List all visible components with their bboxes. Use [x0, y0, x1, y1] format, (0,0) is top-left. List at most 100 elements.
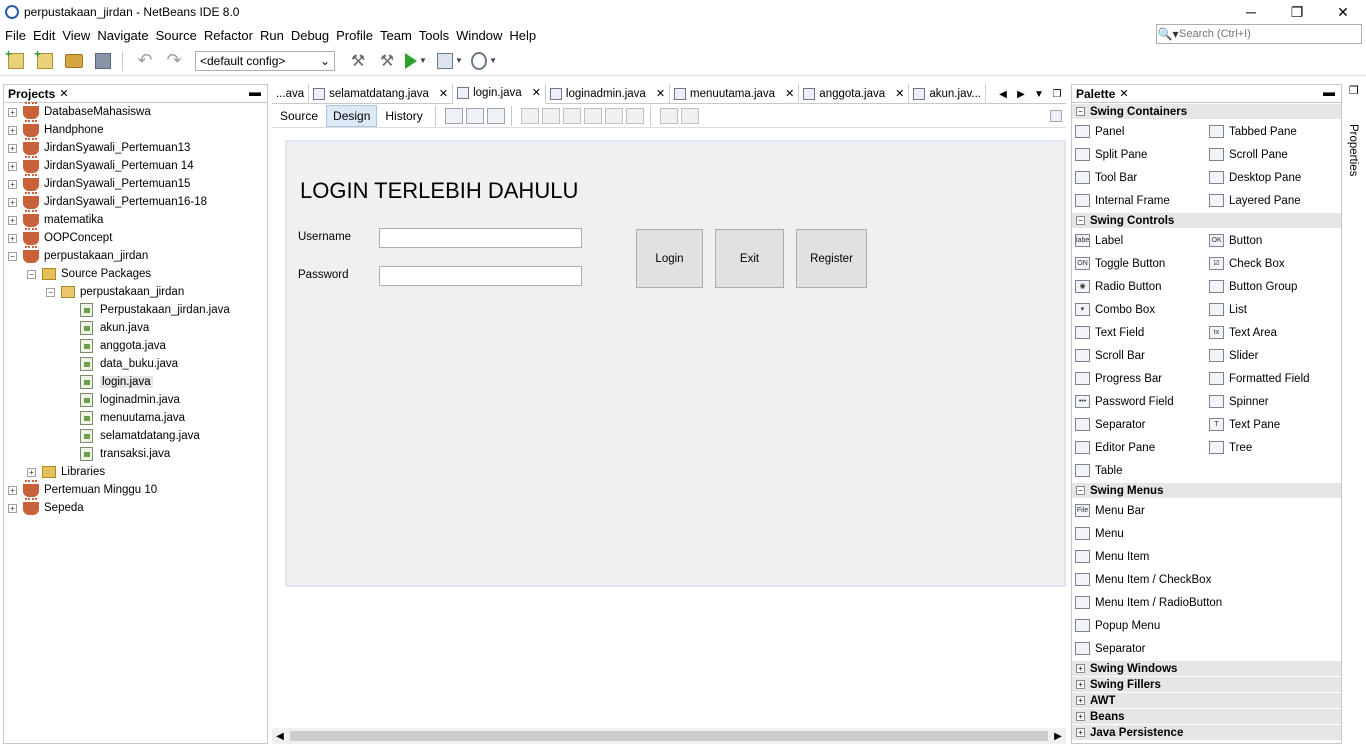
expand-icon[interactable]: +: [8, 233, 17, 243]
close-icon[interactable]: ✕: [1119, 87, 1128, 100]
new-project-button[interactable]: [32, 47, 58, 73]
editor-tab[interactable]: loginadmin.java ✕: [546, 83, 671, 104]
collapse-icon[interactable]: −: [1076, 486, 1085, 495]
vertical-resize-icon[interactable]: [680, 107, 699, 124]
profile-project-button[interactable]: ▼: [471, 49, 497, 73]
username-field[interactable]: [379, 228, 582, 248]
tree-item[interactable]: + matematika: [4, 209, 267, 229]
redo-button[interactable]: ↷: [161, 49, 187, 73]
expand-icon[interactable]: +: [1076, 712, 1085, 721]
menu-source[interactable]: Source: [153, 28, 200, 43]
menu-window[interactable]: Window: [453, 28, 505, 43]
expand-icon[interactable]: +: [8, 197, 17, 207]
palette-item[interactable]: Separator: [1072, 637, 1341, 660]
palette-item[interactable]: Progress Bar: [1072, 367, 1206, 390]
palette-item[interactable]: Scroll Pane: [1206, 143, 1340, 166]
palette-item[interactable]: Separator: [1072, 413, 1206, 436]
tree-item[interactable]: menuutama.java: [4, 409, 267, 427]
expand-icon[interactable]: +: [8, 215, 17, 225]
palette-item[interactable]: File Menu Bar: [1072, 499, 1341, 522]
minimize-panel-icon[interactable]: ▬: [249, 85, 261, 99]
scroll-tabs-left-icon[interactable]: ◀: [994, 89, 1012, 100]
center-horizontally-icon[interactable]: [562, 107, 581, 124]
search-icon[interactable]: 🔍▾: [1157, 27, 1179, 41]
selection-mode-icon[interactable]: [444, 107, 463, 124]
palette-item[interactable]: Panel: [1072, 120, 1206, 143]
search-input[interactable]: [1179, 28, 1349, 40]
palette-category[interactable]: − Swing Containers: [1072, 104, 1341, 119]
menu-team[interactable]: Team: [377, 28, 415, 43]
password-field[interactable]: [379, 266, 582, 286]
palette-category[interactable]: + AWT: [1072, 693, 1341, 708]
horizontal-scrollbar[interactable]: ◀ ▶: [272, 728, 1066, 744]
debug-project-button[interactable]: ▼: [437, 49, 463, 73]
palette-item[interactable]: ON Toggle Button: [1072, 252, 1206, 275]
palette-category[interactable]: − Swing Menus: [1072, 483, 1341, 498]
palette-item[interactable]: Layered Pane: [1206, 189, 1340, 212]
palette-category[interactable]: + Beans: [1072, 709, 1341, 724]
palette-item[interactable]: Table: [1072, 459, 1206, 482]
palette-item[interactable]: Menu Item / RadioButton: [1072, 591, 1341, 614]
close-tab-icon[interactable]: ✕: [439, 87, 448, 100]
palette-category[interactable]: + Java Persistence: [1072, 725, 1341, 740]
register-button[interactable]: Register: [796, 229, 867, 288]
close-icon[interactable]: ✕: [59, 87, 68, 100]
palette-item[interactable]: label Label: [1072, 229, 1206, 252]
build-project-button[interactable]: ⚒: [345, 49, 371, 73]
palette-item[interactable]: ••• Password Field: [1072, 390, 1206, 413]
minimize-button[interactable]: ─: [1228, 0, 1274, 24]
projects-panel-title[interactable]: Projects: [8, 87, 55, 101]
menu-view[interactable]: View: [59, 28, 93, 43]
editor-tab[interactable]: login.java ✕: [453, 83, 546, 104]
new-file-button[interactable]: [3, 47, 29, 73]
palette-item[interactable]: Text Field: [1072, 321, 1206, 344]
editor-tab[interactable]: ...ava: [272, 83, 310, 104]
expand-icon[interactable]: +: [27, 467, 36, 477]
search-box[interactable]: 🔍▾: [1156, 24, 1362, 44]
exit-button[interactable]: Exit: [715, 229, 784, 288]
connection-mode-icon[interactable]: [465, 107, 484, 124]
expand-icon[interactable]: +: [1076, 728, 1085, 737]
password-label[interactable]: Password: [298, 269, 349, 281]
restore-window-icon[interactable]: ❐: [1349, 84, 1359, 97]
tree-item[interactable]: + JirdanSyawali_Pertemuan 14: [4, 155, 267, 175]
horizontal-resize-icon[interactable]: [659, 107, 678, 124]
palette-item[interactable]: tx Text Area: [1206, 321, 1340, 344]
restore-window-icon[interactable]: ❐: [1048, 89, 1066, 100]
palette-item[interactable]: Split Pane: [1072, 143, 1206, 166]
undo-button[interactable]: ↶: [132, 49, 158, 73]
scrollbar-thumb[interactable]: [290, 731, 1048, 741]
tree-item[interactable]: + JirdanSyawali_Pertemuan16-18: [4, 191, 267, 211]
palette-item[interactable]: Popup Menu: [1072, 614, 1341, 637]
palette-item[interactable]: ☑ Check Box: [1206, 252, 1340, 275]
tree-item[interactable]: akun.java: [4, 319, 267, 337]
align-bottom-icon[interactable]: [604, 107, 623, 124]
palette-item[interactable]: Button Group: [1206, 275, 1340, 298]
tree-item[interactable]: + Handphone: [4, 119, 267, 139]
login-button[interactable]: Login: [636, 229, 703, 288]
tree-item[interactable]: + OOPConcept: [4, 227, 267, 247]
expand-icon[interactable]: +: [8, 107, 17, 117]
expand-icon[interactable]: +: [1076, 664, 1085, 673]
palette-item[interactable]: Formatted Field: [1206, 367, 1340, 390]
menu-navigate[interactable]: Navigate: [94, 28, 151, 43]
restore-button[interactable]: ❐: [1274, 0, 1320, 24]
editor-tab[interactable]: anggota.java ✕: [799, 83, 910, 104]
properties-side-tab[interactable]: ❐ Properties: [1346, 84, 1364, 184]
menu-profile[interactable]: Profile: [333, 28, 376, 43]
maximize-editor-icon[interactable]: [1050, 109, 1062, 122]
palette-item[interactable]: Scroll Bar: [1072, 344, 1206, 367]
design-view-button[interactable]: Design: [326, 104, 378, 127]
tree-item[interactable]: − perpustakaan_jirdan: [4, 283, 267, 301]
tree-item[interactable]: anggota.java: [4, 337, 267, 355]
menu-run[interactable]: Run: [257, 28, 287, 43]
palette-item[interactable]: ◉ Radio Button: [1072, 275, 1206, 298]
preview-design-icon[interactable]: [486, 107, 505, 124]
tree-item[interactable]: + Libraries: [4, 463, 267, 481]
expand-icon[interactable]: +: [1076, 696, 1085, 705]
tree-item[interactable]: + JirdanSyawali_Pertemuan13: [4, 137, 267, 157]
collapse-icon[interactable]: −: [8, 251, 17, 261]
tree-item[interactable]: transaksi.java: [4, 445, 267, 463]
run-project-button[interactable]: ▼: [403, 49, 429, 73]
palette-item[interactable]: Menu Item: [1072, 545, 1341, 568]
